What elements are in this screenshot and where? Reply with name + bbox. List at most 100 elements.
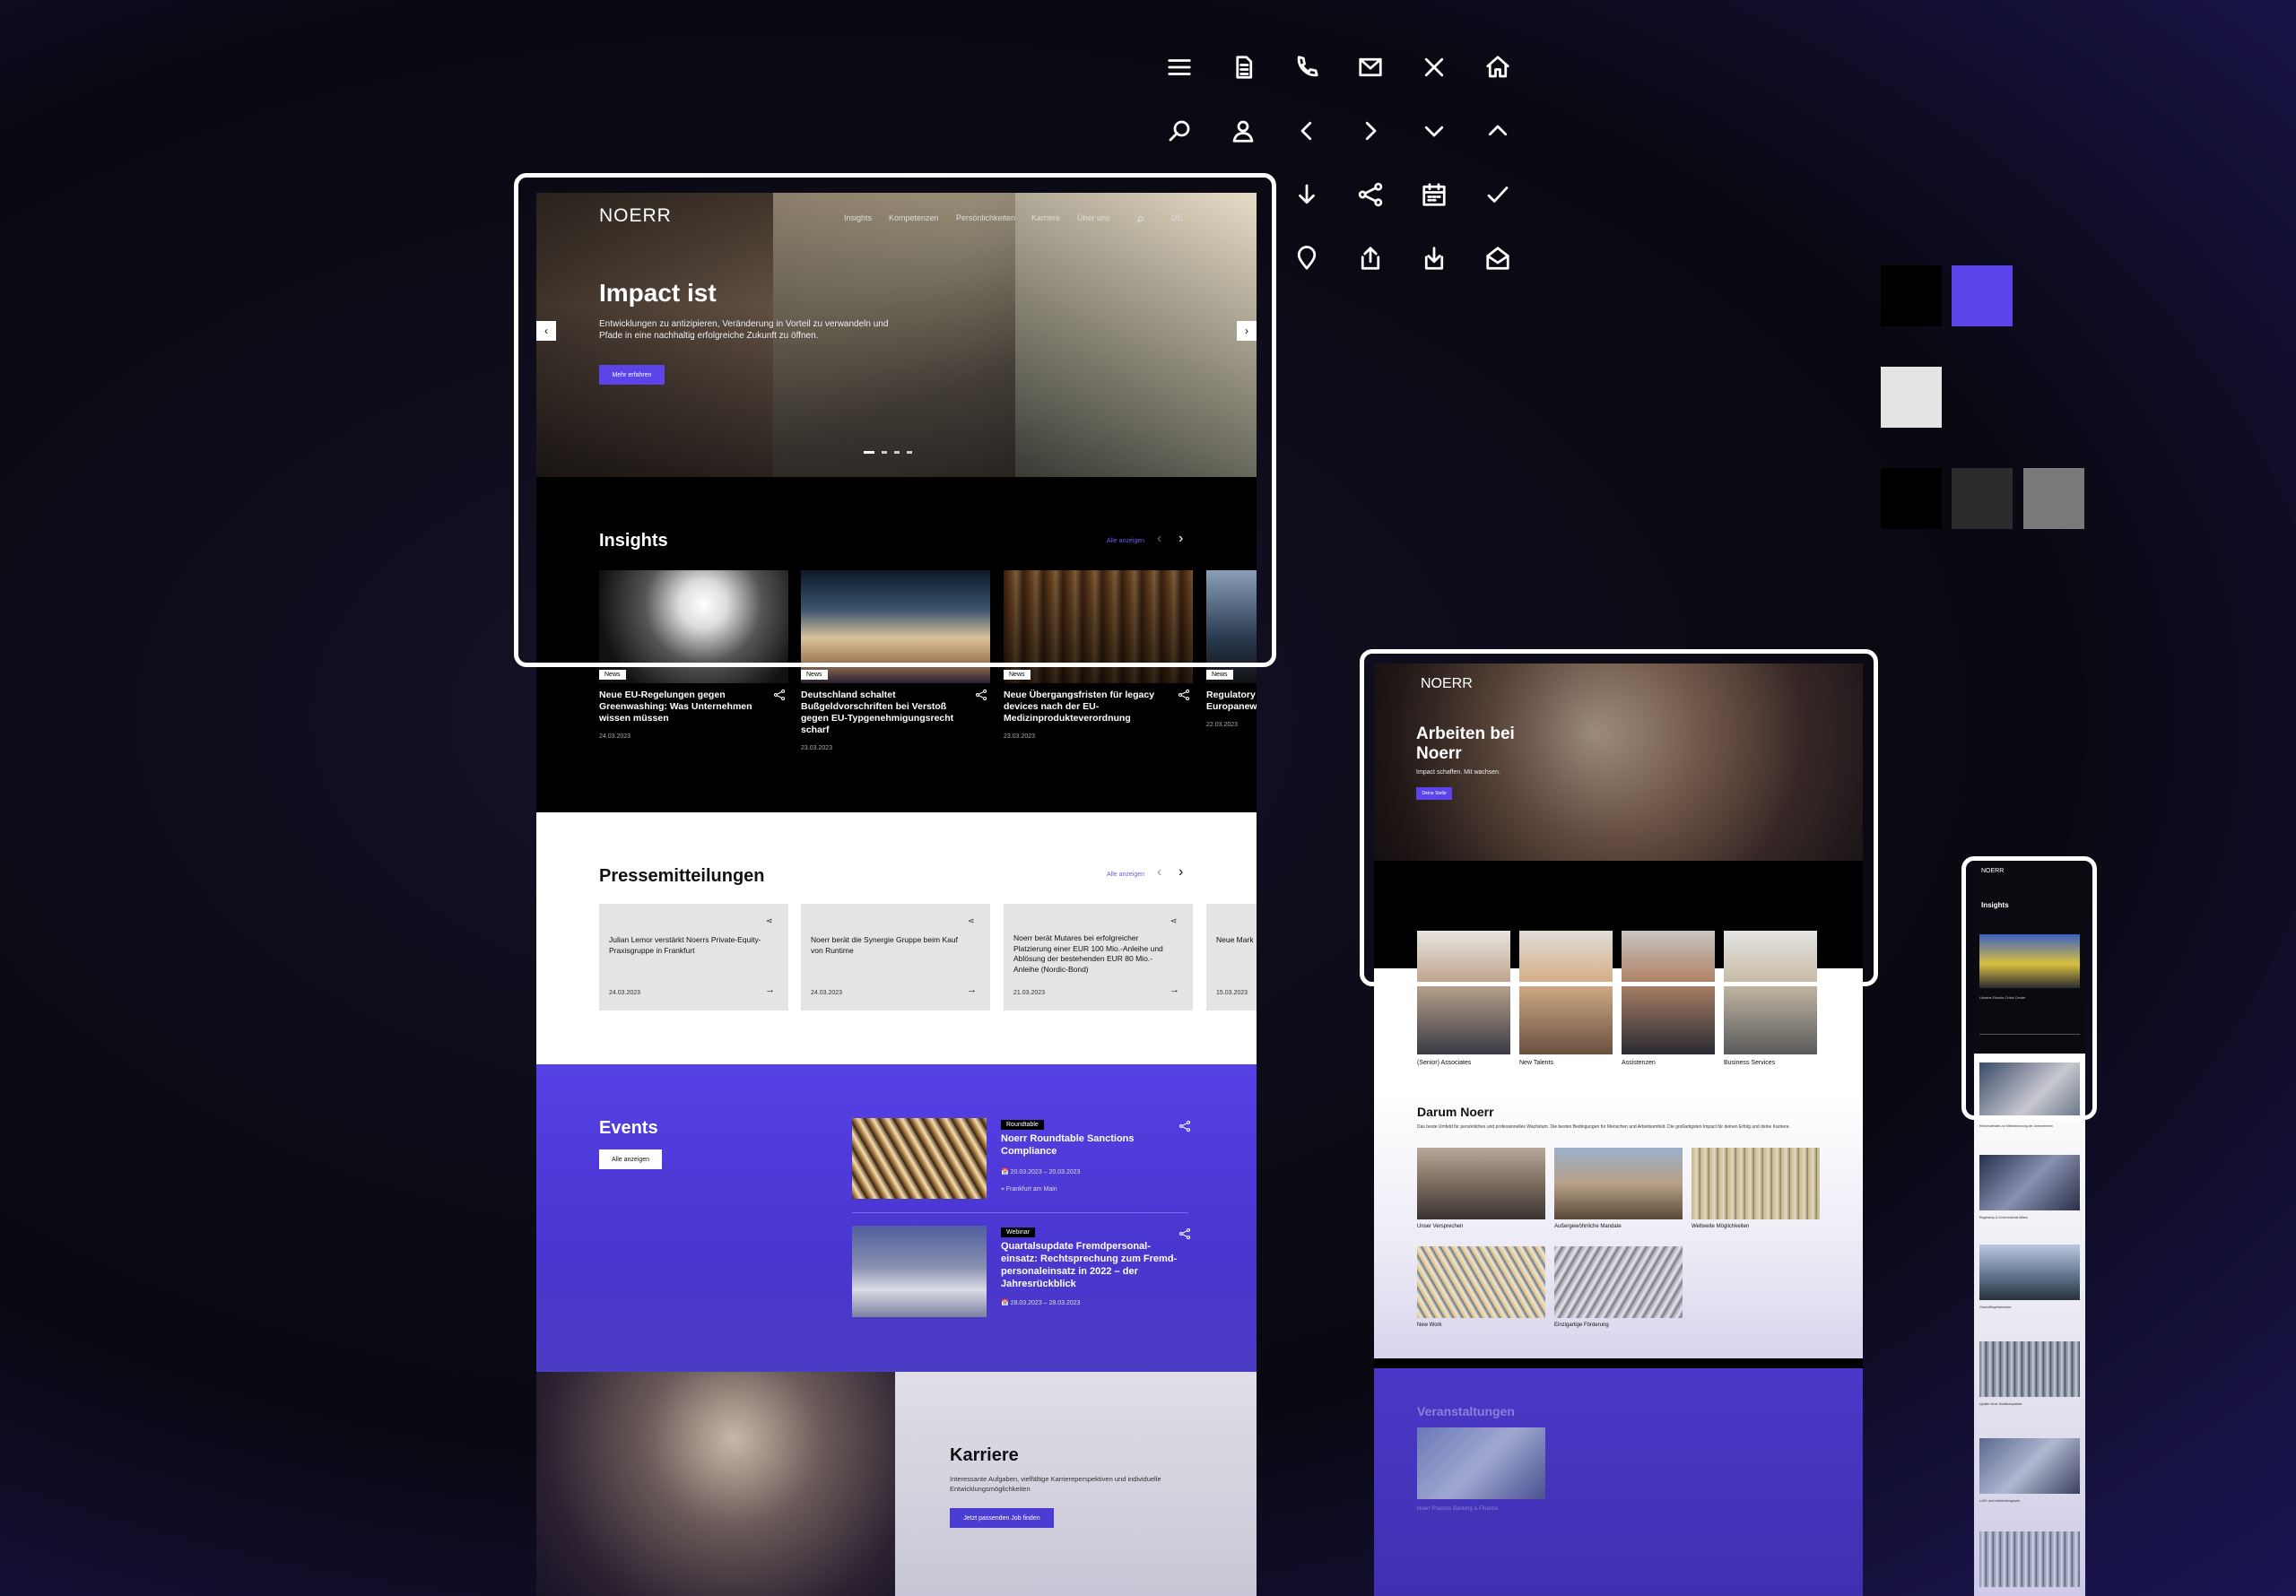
swatch-dark-gray [1952, 468, 2013, 529]
share-icon[interactable] [773, 689, 786, 701]
share-icon[interactable]: ⋖ [766, 916, 773, 926]
menu-icon[interactable] [1161, 49, 1197, 85]
chevron-right-icon[interactable] [1352, 113, 1388, 149]
chevron-down-icon[interactable] [1416, 113, 1452, 149]
phone-caption[interactable]: LkSG und Lieferkettengesetz [1979, 1499, 2078, 1503]
event-date-text: 20.03.2023 – 20.03.2023 [1010, 1169, 1081, 1175]
mail-open-icon[interactable] [1480, 240, 1516, 276]
career-text: Interessante Aufgaben, vielfältige Karri… [950, 1475, 1161, 1493]
tablet-events-title: Veranstaltungen [1417, 1404, 1515, 1418]
event-date: 📅 28.03.2023 – 28.03.2023 [1001, 1300, 1081, 1306]
event-title[interactable]: Quartalsupdate Fremdpersonal-einsatz: Re… [1001, 1240, 1180, 1290]
press-card[interactable]: Noerr berät Mutares bei erfolgreicher Pl… [1004, 904, 1193, 1011]
phone-caption[interactable]: Regulatory & Governmental Affairs [1979, 1216, 2078, 1219]
press-title: Pressemitteilungen [599, 866, 765, 886]
event-badge: Webinar [1001, 1227, 1035, 1237]
phone-image[interactable] [1979, 1341, 2080, 1397]
insight-badge: News [599, 670, 626, 680]
event-date-text: 28.03.2023 – 28.03.2023 [1010, 1300, 1081, 1306]
arrow-right-icon[interactable]: → [967, 984, 977, 995]
arrow-down-icon[interactable] [1289, 177, 1325, 213]
insight-card-date: 23.03.2023 [1004, 733, 1036, 740]
phone-image[interactable] [1979, 1155, 2080, 1210]
arrow-right-icon[interactable]: → [765, 984, 775, 995]
chevron-left-icon[interactable] [1289, 113, 1325, 149]
phone-caption[interactable]: Reformdebatte zur Mitbestimmung der Unte… [1979, 1124, 2078, 1128]
darum-text: Das beste Umfeld für persönliches und pr… [1417, 1124, 1790, 1130]
tile-image[interactable] [1554, 1246, 1683, 1318]
phone-highlight-frame [1961, 856, 2097, 1120]
career-cta-button[interactable]: Jetzt passenden Job finden [950, 1508, 1054, 1528]
tile-label[interactable]: Unser Versprechen [1417, 1224, 1463, 1229]
press-card-date: 24.03.2023 [609, 990, 641, 996]
event-image[interactable] [852, 1226, 987, 1317]
people-card-label[interactable]: Assistenzen [1622, 1060, 1656, 1066]
share-icon[interactable]: ⋖ [968, 916, 975, 926]
upload-icon[interactable] [1352, 240, 1388, 276]
tile-label[interactable]: Einzigartige Förderung [1554, 1323, 1609, 1328]
insight-card-title[interactable]: Neue EU-Regelungen gegen Greenwashing: W… [599, 690, 770, 724]
insight-badge: News [1206, 670, 1233, 680]
user-icon[interactable] [1225, 113, 1261, 149]
phone-caption[interactable]: Update Neue Sanktionspakete [1979, 1402, 2078, 1406]
tile-image[interactable] [1417, 1148, 1545, 1219]
share-icon[interactable]: ⋖ [1170, 916, 1178, 926]
share-icon[interactable] [1178, 1120, 1191, 1132]
close-icon[interactable] [1416, 49, 1452, 85]
insight-card-title[interactable]: Neue Übergangsfristen für legacy devices… [1004, 690, 1174, 724]
tablet-event-image[interactable] [1417, 1427, 1545, 1499]
share-icon[interactable] [1178, 1227, 1191, 1240]
home-icon[interactable] [1480, 49, 1516, 85]
press-card-date: 24.03.2023 [811, 990, 843, 996]
tile-image[interactable] [1417, 1246, 1545, 1318]
tile-image[interactable] [1554, 1148, 1683, 1219]
phone-image[interactable] [1979, 1245, 2080, 1300]
mail-icon[interactable] [1352, 49, 1388, 85]
event-title[interactable]: Noerr Roundtable Sanctions Compliance [1001, 1132, 1180, 1158]
tile-label[interactable]: Weltweite Möglichkeiten [1692, 1224, 1749, 1229]
tablet-highlight-frame [1360, 649, 1878, 986]
phone-icon[interactable] [1289, 49, 1325, 85]
tile-label[interactable]: New Work [1417, 1323, 1442, 1328]
download-icon[interactable] [1416, 240, 1452, 276]
calendar-icon[interactable] [1416, 177, 1452, 213]
swatch-mid-gray [2023, 468, 2084, 529]
people-card-label[interactable]: New Talents [1519, 1060, 1553, 1066]
event-location: ⌖ Frankfurt am Main [1001, 1186, 1057, 1193]
tile-label[interactable]: Außergewöhnliche Mandate [1554, 1224, 1622, 1229]
press-card-title: Julian Lemor verstärkt Noerrs Private-Eq… [609, 935, 761, 955]
people-card-label[interactable]: Business Services [1724, 1060, 1775, 1066]
press-card[interactable]: Noerr berät die Synergie Gruppe beim Kau… [801, 904, 990, 1011]
share-icon[interactable] [1178, 689, 1190, 701]
arrow-right-icon[interactable]: → [1170, 984, 1179, 995]
people-card-label[interactable]: (Senior) Associates [1417, 1060, 1471, 1066]
press-card-date: 15.03.2023 [1216, 990, 1248, 996]
event-image[interactable] [852, 1118, 987, 1199]
event-badge: Roundtable [1001, 1120, 1044, 1130]
press-all-link[interactable]: Alle anzeigen [1107, 872, 1144, 878]
chevron-up-icon[interactable] [1480, 113, 1516, 149]
check-icon[interactable] [1480, 177, 1516, 213]
phone-image[interactable] [1979, 1438, 2080, 1494]
events-all-button[interactable]: Alle anzeigen [599, 1149, 662, 1169]
search-icon[interactable] [1161, 113, 1197, 149]
share-icon[interactable] [975, 689, 987, 701]
document-icon[interactable] [1225, 49, 1261, 85]
career-image [536, 1372, 895, 1596]
tablet-event-caption[interactable]: Noerr Practice Banking & Finance [1417, 1506, 1498, 1512]
swatch-light-gray [1881, 367, 1942, 428]
swatch-black [1881, 265, 1942, 326]
insight-card-title[interactable]: Deutschland schaltet Bußgeldvorschriften… [801, 690, 971, 736]
insight-card-title[interactable]: Regulatory Europanew [1206, 690, 1257, 713]
share-icon[interactable] [1352, 177, 1388, 213]
event-date: 📅 20.03.2023 – 20.03.2023 [1001, 1169, 1081, 1175]
phone-caption[interactable]: Geschäftsgeheimnisse [1979, 1305, 2078, 1309]
location-icon[interactable] [1289, 240, 1325, 276]
phone-image[interactable] [1979, 1531, 2080, 1587]
tile-image[interactable] [1692, 1148, 1820, 1219]
press-card[interactable]: Julian Lemor verstärkt Noerrs Private-Eq… [599, 904, 788, 1011]
press-next-icon[interactable]: › [1178, 864, 1183, 880]
press-prev-icon[interactable]: ‹ [1157, 864, 1161, 880]
press-card[interactable]: Neue Mark 15.03.2023 [1206, 904, 1257, 1011]
career-title: Karriere [950, 1445, 1019, 1465]
